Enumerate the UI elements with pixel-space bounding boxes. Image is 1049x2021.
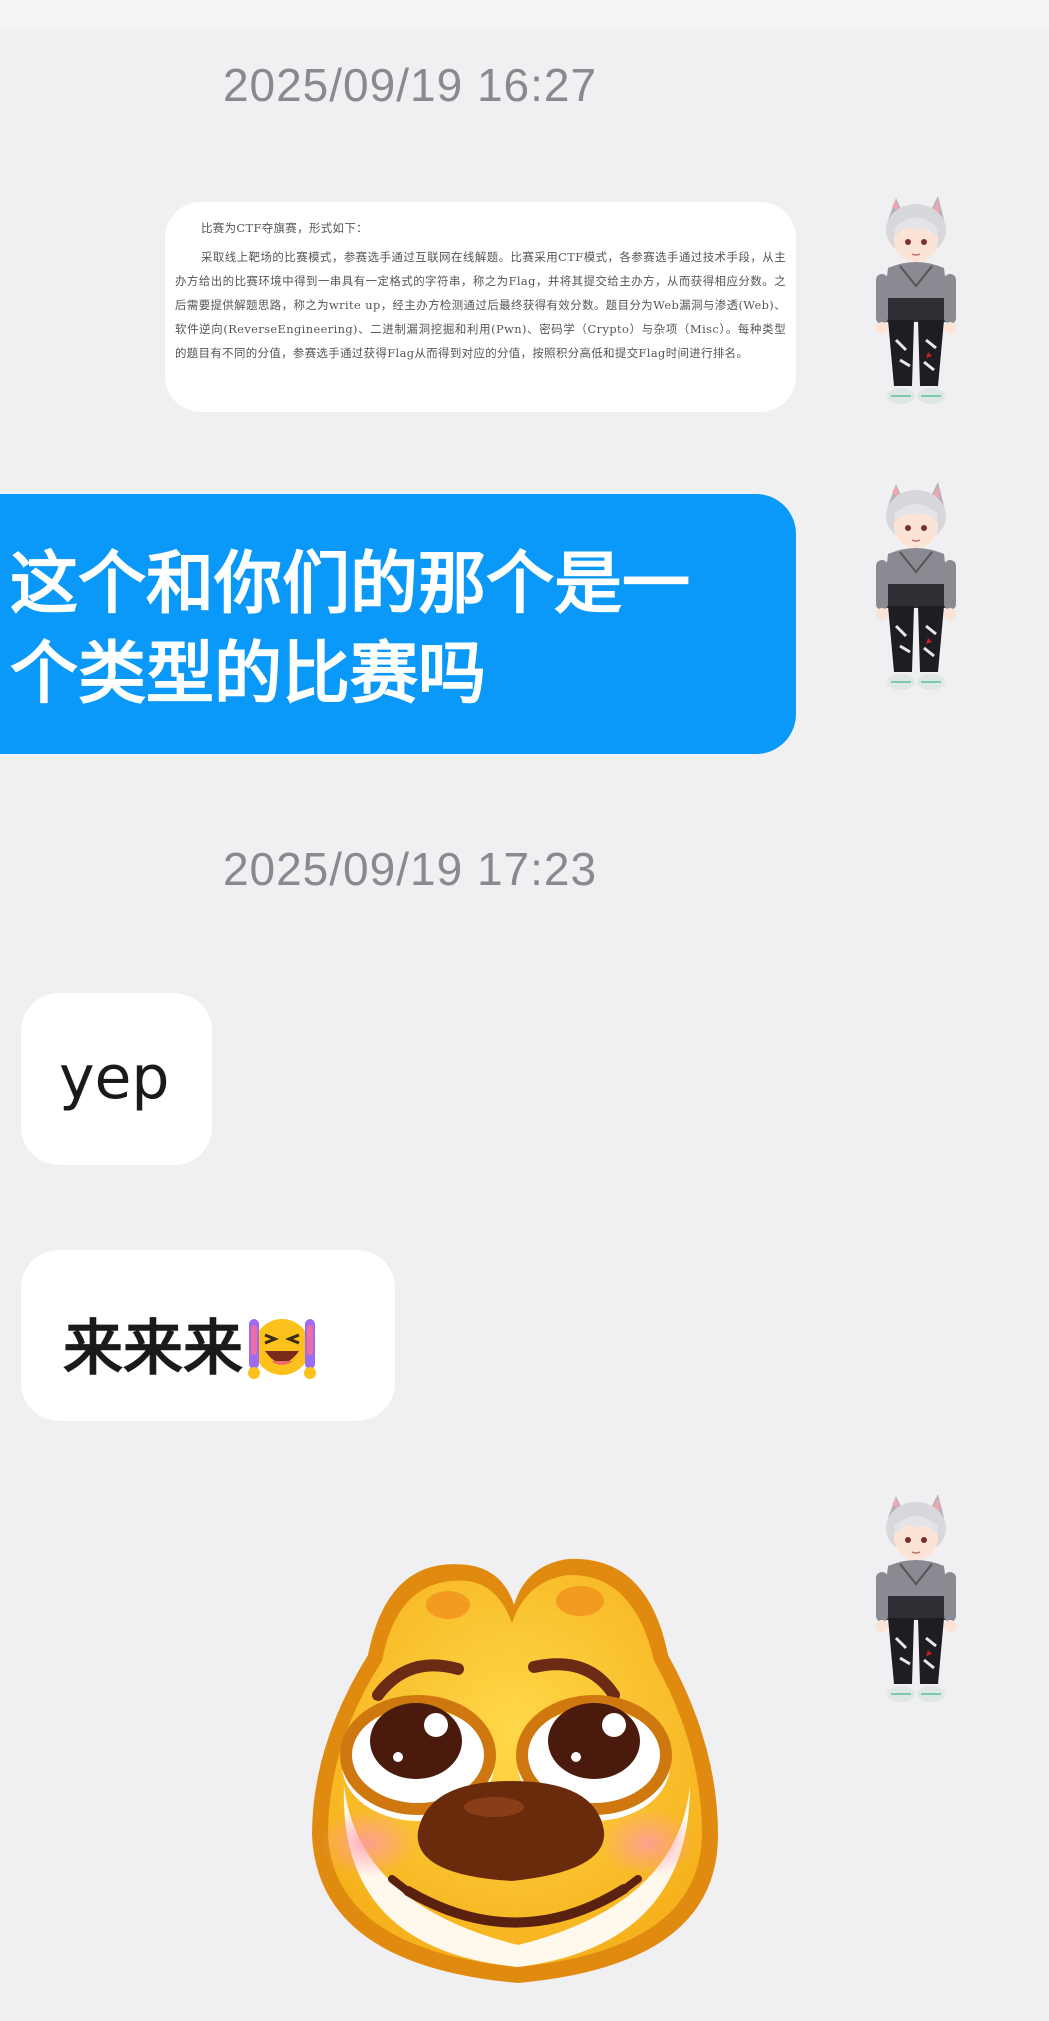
chat-view: 2025/09/19 16:27 比赛为CTF夺旗赛，形式如下： 采取线上靶场的… — [0, 0, 1049, 2021]
message-text: 来来来 — [63, 1314, 243, 1384]
document-title: 比赛为CTF夺旗赛，形式如下： — [201, 221, 368, 235]
incoming-message-bubble[interactable]: yep — [21, 993, 212, 1165]
avatar-icon[interactable] — [866, 476, 966, 698]
timestamp: 2025/09/19 17:23 — [222, 843, 598, 895]
document-image-message[interactable]: 比赛为CTF夺旗赛，形式如下： 采取线上靶场的比赛模式，参赛选手通过互联网在线解… — [165, 202, 796, 412]
top-bar — [0, 0, 1049, 28]
rolling-laughing-emoji-icon — [248, 1319, 316, 1379]
pleading-dog-sticker-icon[interactable] — [298, 1545, 732, 1991]
outgoing-message-bubble[interactable]: 这个和你们的那个是一个类型的比赛吗 — [0, 494, 796, 754]
timestamp: 2025/09/19 16:27 — [222, 59, 598, 111]
document-body: 采取线上靶场的比赛模式，参赛选手通过互联网在线解题。比赛采用CTF模式，各参赛选… — [175, 250, 786, 360]
message-text: yep — [59, 1043, 170, 1113]
avatar-icon[interactable] — [866, 1488, 966, 1710]
avatar-icon[interactable] — [866, 190, 966, 412]
incoming-message-bubble[interactable]: 来来来 — [21, 1250, 395, 1421]
